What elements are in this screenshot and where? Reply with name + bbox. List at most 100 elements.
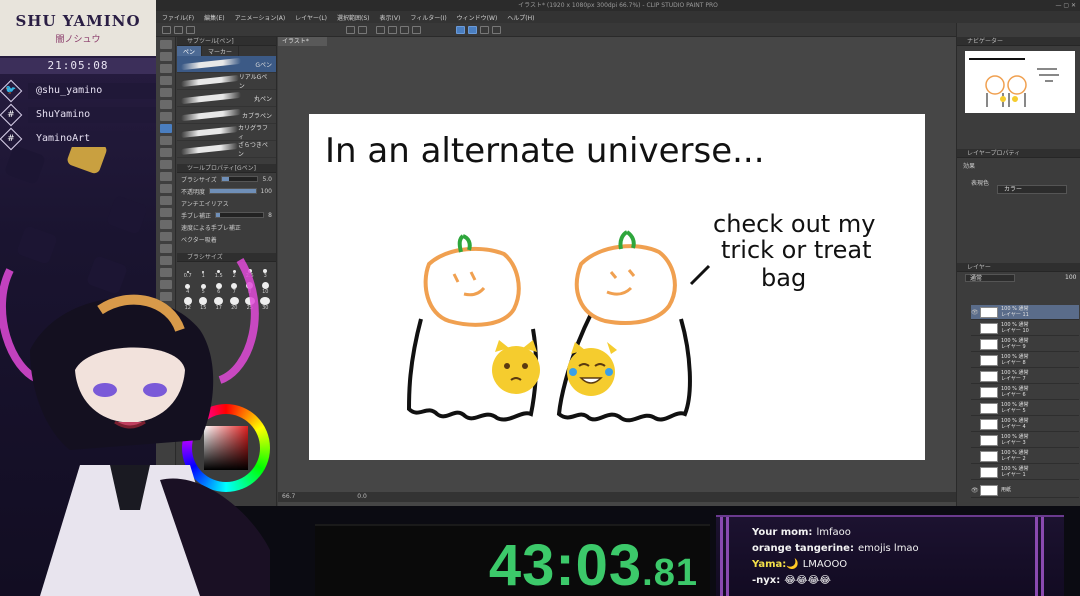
layer-thumbnail xyxy=(980,402,998,414)
selection-tool-icon[interactable] xyxy=(159,88,172,97)
tab-marker[interactable]: マーカー xyxy=(202,46,240,56)
auto-select-tool-icon[interactable] xyxy=(159,100,172,109)
left-pumpkin xyxy=(423,246,521,327)
antialias-row[interactable]: アンチエイリアス xyxy=(177,197,276,209)
eye-icon[interactable]: 👁 xyxy=(971,309,980,316)
opacity-row[interactable]: 不透明度 100 xyxy=(177,185,276,197)
layer-row[interactable]: 👁 100 % 通常 レイヤー 11 xyxy=(971,305,1079,320)
expression-color-select[interactable]: カラー xyxy=(997,185,1067,194)
layer-panel-header: レイヤー xyxy=(957,263,1080,272)
menu-selection[interactable]: 選択範囲(S) xyxy=(337,13,370,22)
menu-window[interactable]: ウィンドウ(W) xyxy=(457,13,498,22)
pencil-tool-icon[interactable] xyxy=(159,136,172,145)
brush-stroke-preview xyxy=(181,91,241,105)
redo-icon[interactable] xyxy=(358,26,367,34)
brush-item[interactable]: カブラペン xyxy=(177,107,276,124)
brush-stroke-preview xyxy=(181,108,241,122)
layer-row[interactable]: 100 % 通常 レイヤー 1 xyxy=(971,465,1079,480)
stabilization-slider[interactable] xyxy=(215,212,265,218)
new-file-icon[interactable] xyxy=(162,26,171,34)
pen-tool-icon[interactable] xyxy=(159,124,172,133)
brush-size-slider[interactable] xyxy=(220,176,259,182)
zoom-tool-icon[interactable] xyxy=(159,40,172,49)
snap-ruler-icon[interactable] xyxy=(456,26,465,34)
stabilization-row[interactable]: 手ブレ補正 8 xyxy=(177,209,276,221)
brush-tool-icon[interactable] xyxy=(159,148,172,157)
operation-tool-icon[interactable] xyxy=(159,76,172,85)
move-tool-icon[interactable] xyxy=(159,64,172,73)
document-tab[interactable]: イラスト* xyxy=(278,37,327,46)
brush-item[interactable]: カリグラフィ xyxy=(177,124,276,141)
brush-item[interactable]: 丸ペン xyxy=(177,90,276,107)
speed-stabilization-checkbox[interactable]: 速度による手ブレ補正 xyxy=(177,221,276,233)
menu-help[interactable]: ヘルプ(H) xyxy=(507,13,534,22)
open-file-icon[interactable] xyxy=(174,26,183,34)
airbrush-tool-icon[interactable] xyxy=(159,160,172,169)
save-icon[interactable] xyxy=(186,26,195,34)
layer-row[interactable]: 100 % 通常 レイヤー 6 xyxy=(971,385,1079,400)
chat-text: 😂😂😂😂 xyxy=(784,575,831,586)
brush-item[interactable]: ざらつきペン xyxy=(177,141,276,158)
clear-icon[interactable] xyxy=(376,26,385,34)
canvas-area[interactable]: イラスト* In an alternate universe... check … xyxy=(278,37,956,506)
menu-edit[interactable]: 編集(E) xyxy=(204,13,224,22)
window-controls[interactable]: — ▢ ✕ xyxy=(1055,0,1076,11)
menu-view[interactable]: 表示(V) xyxy=(380,13,401,22)
tab-pen[interactable]: ペン xyxy=(177,46,203,56)
menu-bar: ファイル(F) 編集(E) アニメーション(A) レイヤー(L) 選択範囲(S)… xyxy=(156,11,1080,23)
window-title: イラスト* (1920 x 1080px 300dpi 66.7%) - CLI… xyxy=(518,2,718,9)
eye-icon[interactable]: 👁 xyxy=(971,487,980,494)
layer-row[interactable]: 100 % 通常 レイヤー 5 xyxy=(971,401,1079,416)
command-bar xyxy=(156,23,1080,37)
chat-text: LMAOOO xyxy=(802,559,848,570)
pen-pressure-icon[interactable] xyxy=(492,26,501,34)
streamer-logo: SHU YAMINO 闇ノシュウ xyxy=(0,0,156,56)
fill-icon[interactable] xyxy=(400,26,409,34)
right-pumpkin xyxy=(575,244,677,325)
tool-property-header: ツールプロパティ[Gペン] xyxy=(177,164,276,173)
figure-tool-icon[interactable] xyxy=(159,232,172,241)
snap-grid-icon[interactable] xyxy=(468,26,477,34)
vtuber-avatar xyxy=(0,257,270,596)
transform-icon[interactable] xyxy=(388,26,397,34)
navigator-thumbnail[interactable] xyxy=(965,51,1075,113)
menu-filter[interactable]: フィルター(I) xyxy=(410,13,446,22)
layer-thumbnail xyxy=(980,434,998,446)
layer-row[interactable]: 100 % 通常 レイヤー 4 xyxy=(971,417,1079,432)
snap-special-icon[interactable] xyxy=(480,26,489,34)
speech-line-2: trick or treat xyxy=(721,236,871,264)
opacity-slider[interactable] xyxy=(209,188,257,194)
cat-emoji-right xyxy=(567,342,617,396)
undo-icon[interactable] xyxy=(346,26,355,34)
fill-tool-icon[interactable] xyxy=(159,208,172,217)
layer-row-paper[interactable]: 👁 用紙 xyxy=(971,483,1079,498)
vector-snap-row[interactable]: ベクター吸着 xyxy=(177,233,276,245)
decoration-tool-icon[interactable] xyxy=(159,172,172,181)
brush-size-row[interactable]: ブラシサイズ 5.0 xyxy=(177,173,276,185)
subtool-header: サブツール[ペン] xyxy=(177,37,276,46)
eyedropper-tool-icon[interactable] xyxy=(159,112,172,121)
eraser-tool-icon[interactable] xyxy=(159,184,172,193)
layer-thumbnail xyxy=(980,386,998,398)
blend-tool-icon[interactable] xyxy=(159,196,172,205)
menu-animation[interactable]: アニメーション(A) xyxy=(235,13,286,22)
layer-row[interactable]: 100 % 通常 レイヤー 9 xyxy=(971,337,1079,352)
layer-row[interactable]: 100 % 通常 レイヤー 2 xyxy=(971,449,1079,464)
brush-item[interactable]: Gペン xyxy=(177,56,276,73)
layer-row[interactable]: 100 % 通常 レイヤー 7 xyxy=(971,369,1079,384)
zoom-value[interactable]: 66.7 xyxy=(282,493,295,500)
menu-file[interactable]: ファイル(F) xyxy=(162,13,194,22)
drawing-canvas[interactable]: In an alternate universe... check out my… xyxy=(309,114,925,460)
deselect-icon[interactable] xyxy=(412,26,421,34)
layer-opacity-value[interactable]: 100 xyxy=(1065,274,1076,281)
layer-row[interactable]: 100 % 通常 レイヤー 8 xyxy=(971,353,1079,368)
brush-item[interactable]: リアルGペン xyxy=(177,73,276,90)
layer-row[interactable]: 100 % 通常 レイヤー 3 xyxy=(971,433,1079,448)
rotation-value[interactable]: 0.0 xyxy=(357,493,367,500)
menu-layer[interactable]: レイヤー(L) xyxy=(295,13,327,22)
hand-tool-icon[interactable] xyxy=(159,52,172,61)
layer-row[interactable]: 100 % 通常 レイヤー 10 xyxy=(971,321,1079,336)
gradient-tool-icon[interactable] xyxy=(159,220,172,229)
stream-clock: 21:05:08 xyxy=(0,58,156,74)
blend-mode-select[interactable]: 通常 xyxy=(965,274,1015,282)
